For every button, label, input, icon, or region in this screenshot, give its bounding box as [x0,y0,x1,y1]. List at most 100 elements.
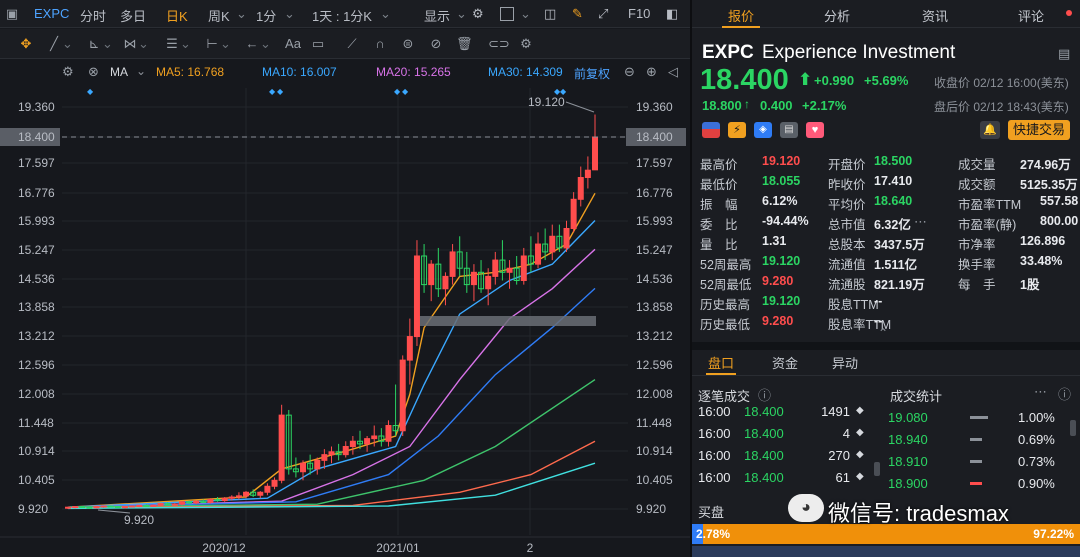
candle-body [584,169,591,179]
chevron-down-icon[interactable]: ⌄ [236,6,247,22]
hide-icon[interactable]: ⊘ [428,36,444,52]
candle-body [235,495,242,498]
chevron-up-icon[interactable]: ⌃ [878,326,888,340]
text-tool[interactable]: Aa [282,36,304,52]
adjust-label[interactable]: 前复权 [574,65,610,82]
link-icon[interactable]: ⊂⊃ [488,36,510,52]
help-icon[interactable]: ⓘ [1058,384,1071,403]
ruler-icon[interactable]: ⟋ [344,36,360,52]
tab-quote[interactable]: 报价 [728,6,754,25]
more-icon[interactable]: ⋯ [1034,384,1047,400]
range-icon[interactable]: ⊢ [204,36,220,52]
subtab-movement[interactable]: 异动 [832,353,858,372]
y-tick-label-left: 13.858 [18,300,55,314]
square-icon[interactable] [500,7,514,21]
tab-duori[interactable]: 多日 [120,6,146,25]
low-annotation: 9.920 [124,513,154,527]
zoom-out-icon[interactable]: ⊖ [624,64,635,80]
tab-weekly-k[interactable]: 周K [208,6,230,25]
candle-body [570,198,577,230]
candle-body [300,462,307,473]
y-tick-label-left: 11.448 [18,416,54,430]
tab-underline [722,26,760,28]
display-menu[interactable]: 显示 [424,6,450,25]
chevron-down-icon[interactable]: ⌄ [520,6,531,22]
candle-body [399,359,406,432]
line-icon[interactable]: ╱ [46,36,62,52]
bell-icon[interactable]: 🔔 [980,121,1000,139]
chevron-down-icon[interactable]: ⌄ [180,36,191,52]
chevron-down-icon[interactable]: ⌄ [380,6,391,22]
tab-analysis[interactable]: 分析 [824,6,850,25]
magnet-icon[interactable]: ∩ [372,36,388,52]
trash-icon[interactable]: 🗑 [456,36,473,52]
tab-comments[interactable]: 评论 [1018,6,1044,25]
chevron-down-icon[interactable]: ⌄ [136,64,146,78]
y-tick-label-right: 17.597 [636,156,673,170]
panel-toggle-icon[interactable]: ◧ [666,6,678,22]
f10-button[interactable]: F10 [628,6,650,21]
ma-label[interactable]: MA [110,65,128,79]
tab-1min[interactable]: 1分 [256,6,276,25]
chevron-down-icon[interactable]: ⌄ [284,6,295,22]
stat-value: 19.120 [762,154,801,168]
tab-daily-k[interactable]: 日K [166,6,188,25]
tab-fenshi[interactable]: 分时 [80,6,106,25]
ticker: EXPC [702,42,754,63]
chevron-down-icon[interactable]: ⌄ [220,36,231,52]
candlestick-chart[interactable]: 19.360 19.360 18.400 18.400 17.597 17.597 16.7… [0,60,690,557]
quote-tabs: 报价 分析 资讯 评论 [692,0,1080,28]
fib-icon[interactable]: ☰ [164,36,180,52]
more-icon[interactable]: ⋯ [914,214,927,230]
lightning-icon[interactable]: ⚡ [728,122,746,138]
range-select[interactable]: 1天 : 1分K [312,6,372,25]
chevron-down-icon[interactable]: ⌄ [138,36,149,52]
y-tick-label-left: 10.914 [18,444,55,458]
subtab-orderbook[interactable]: 盘口 [708,353,734,372]
chevron-down-icon[interactable]: ⌄ [62,36,73,52]
stat-value: -- [874,294,883,308]
stat-value: 17.410 [874,174,913,188]
settings-icon[interactable]: ⚙ [62,64,74,80]
info-icon[interactable]: ▤ [1058,46,1070,62]
candle-body [72,506,79,509]
subtab-capital[interactable]: 资金 [772,353,798,372]
settings-icon[interactable]: ⚙ [472,6,484,22]
high-annotation: 19.120 [528,95,565,109]
arrow-icon[interactable]: ← [244,36,260,52]
fullscreen-icon[interactable]: ⤢ [598,6,608,22]
zoom-in-icon[interactable]: ⊕ [646,64,657,80]
comment-icon[interactable]: ▭ [310,36,326,52]
y-tick-label-left: 18.400 [18,130,55,144]
y-tick-label-right: 13.212 [636,329,673,343]
quick-trade-button[interactable]: 快捷交易 [1008,120,1070,140]
symbol-label[interactable]: EXPC [34,6,69,21]
settings-icon[interactable]: ⚙ [518,36,534,52]
help-icon[interactable]: ⓘ [758,385,771,404]
tag-icon[interactable]: ◈ [754,122,772,138]
collapse-icon[interactable]: ▣ [4,6,20,22]
tab-news[interactable]: 资讯 [922,6,948,25]
crosshair-icon[interactable]: ✥ [18,36,34,52]
lock-icon[interactable]: ⊜ [400,36,416,52]
chevron-down-icon[interactable]: ⌄ [102,36,113,52]
chevron-down-icon[interactable]: ⌄ [456,6,467,22]
stat-label: 市盈率TTM [958,198,1022,212]
document-icon[interactable]: ▤ [780,122,798,138]
y-tick-label-left: 16.776 [18,186,55,200]
candle-body [207,498,214,503]
scrollbar[interactable] [874,462,880,476]
close-time: 收盘价 02/12 16:00(美东) [934,76,1069,90]
polyline-icon[interactable]: ⊾ [86,36,102,52]
arrow-left-icon[interactable]: ◁ [668,64,678,80]
close-icon[interactable]: ⊗ [88,64,99,80]
camera-icon[interactable]: ◫ [544,6,556,22]
chevron-down-icon[interactable]: ⌄ [260,36,271,52]
zigzag-icon[interactable]: ⋈ [122,36,138,52]
pencil-icon[interactable]: ✎ [572,6,583,22]
scrollbar[interactable] [1070,420,1076,436]
tick-price: 18.400 [744,470,784,485]
heart-icon[interactable]: ♥ [806,122,824,138]
y-tick-label-right: 14.536 [636,272,673,286]
candle-body [100,505,107,508]
